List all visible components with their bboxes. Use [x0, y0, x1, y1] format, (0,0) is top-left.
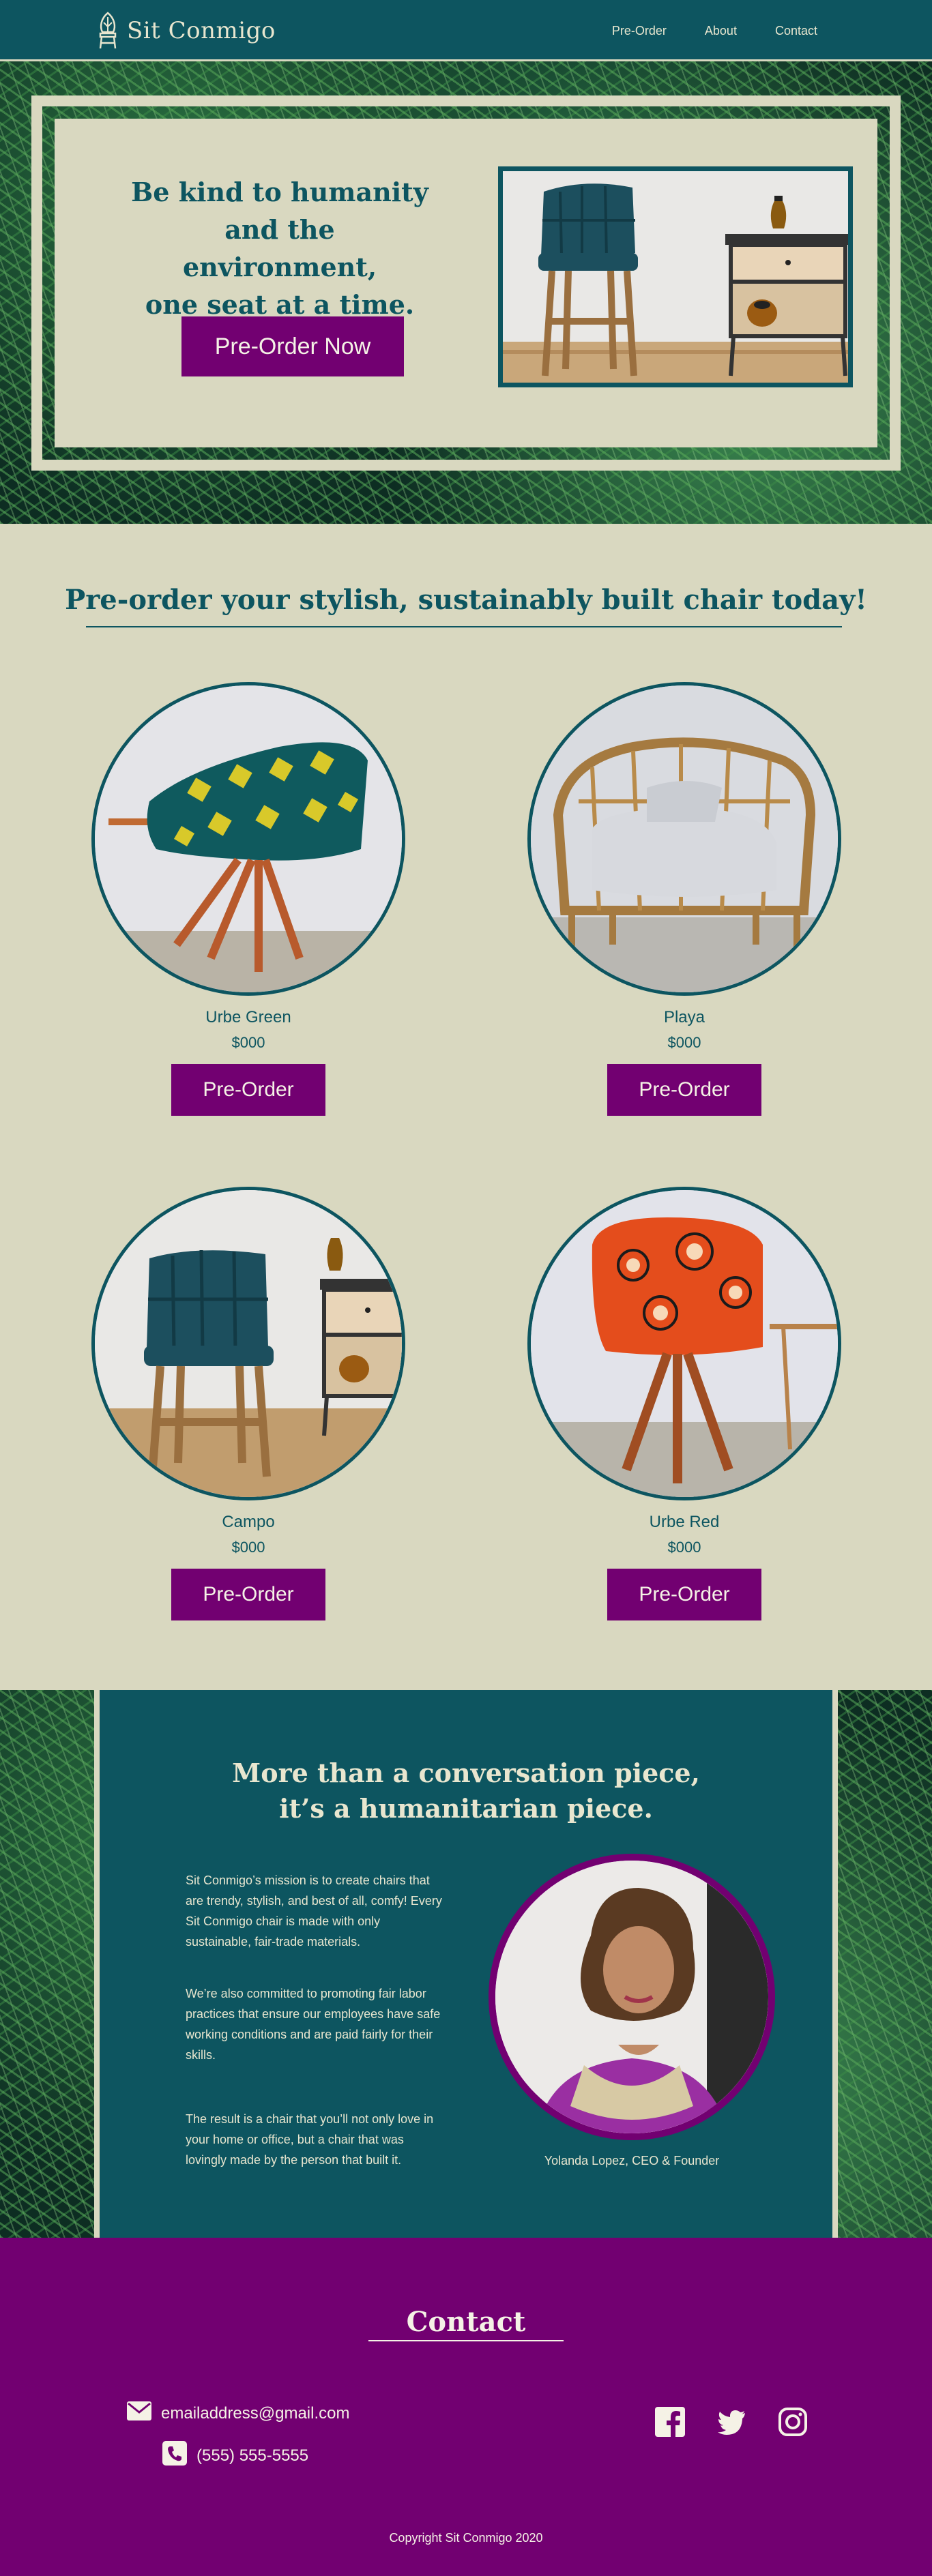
product-image-urbe-red[interactable]	[527, 1187, 841, 1500]
email-link[interactable]: emailaddress@gmail.com	[127, 2401, 349, 2425]
hero-title-line-2: and the environment,	[182, 214, 377, 282]
products-section: Pre-order your stylish, sustainably buil…	[0, 524, 932, 1690]
product-price: $000	[667, 1539, 701, 1556]
facebook-icon[interactable]	[655, 2407, 685, 2437]
product-image-playa[interactable]	[527, 682, 841, 996]
product-price: $000	[231, 1539, 265, 1556]
ceo-photo	[489, 1854, 775, 2140]
twitter-icon[interactable]	[716, 2407, 746, 2437]
product-price: $000	[231, 1034, 265, 1051]
product-price: $000	[667, 1034, 701, 1051]
contact-title: Contact	[406, 2306, 526, 2338]
nav-link-contact[interactable]: Contact	[756, 24, 836, 38]
ceo-caption: Yolanda Lopez, CEO & Founder	[544, 2154, 720, 2167]
hero-title-line-3: one seat at a time.	[145, 289, 415, 320]
instagram-icon[interactable]	[778, 2407, 808, 2437]
email-address: emailaddress@gmail.com	[161, 2403, 350, 2423]
envelope-icon	[127, 2401, 151, 2425]
social-links	[655, 2407, 808, 2437]
pre-order-button-playa[interactable]: Pre-Order	[607, 1064, 761, 1116]
mission-paragraph-1: Sit Conmigo’s mission is to create chair…	[186, 1874, 442, 1949]
product-name: Urbe Red	[649, 1513, 720, 1531]
copyright: Copyright Sit Conmigo 2020	[389, 2531, 543, 2545]
hero-frame: Be kind to humanity and the environment,…	[31, 95, 901, 471]
product-card-campo: Campo $000 Pre-Order	[91, 1187, 405, 1620]
product-image-urbe-green[interactable]	[91, 682, 405, 996]
chair-logo-icon	[99, 12, 117, 49]
hero-title-line-1: Be kind to humanity	[131, 177, 428, 207]
pre-order-button-campo[interactable]: Pre-Order	[171, 1569, 325, 1620]
mission-section: More than a conversation piece, it’s a h…	[0, 1690, 932, 2238]
pre-order-button-urbe-red[interactable]: Pre-Order	[607, 1569, 761, 1620]
hero-section: Be kind to humanity and the environment,…	[0, 61, 932, 524]
mission-title-line-1: More than a conversation piece,	[232, 1758, 700, 1788]
mission-paragraph-2: We’re also committed to promoting fair l…	[186, 1987, 441, 2062]
top-navbar: Sit Conmigo Pre-Order About Contact	[0, 0, 932, 61]
contact-divider	[368, 2340, 564, 2341]
brand-name: Sit Conmigo	[127, 17, 276, 44]
products-title: Pre-order your stylish, sustainably buil…	[65, 584, 867, 616]
hero-chair-image	[498, 166, 853, 387]
product-card-playa: Playa $000 Pre-Order	[527, 682, 841, 1116]
product-card-urbe-red: Urbe Red $000 Pre-Order	[527, 1187, 841, 1620]
phone-icon	[162, 2441, 187, 2470]
mission-title-line-2: it’s a humanitarian piece.	[279, 1793, 653, 1824]
page: Sit Conmigo Pre-Order About Contact Be k…	[0, 0, 932, 2576]
pre-order-button-urbe-green[interactable]: Pre-Order	[171, 1064, 325, 1116]
nav-link-pre-order[interactable]: Pre-Order	[593, 24, 686, 38]
product-name: Urbe Green	[205, 1008, 291, 1026]
product-name: Campo	[222, 1513, 275, 1531]
nav-link-about[interactable]: About	[686, 24, 756, 38]
product-card-urbe-green: Urbe Green $000 Pre-Order	[91, 682, 405, 1116]
product-image-campo[interactable]	[91, 1187, 405, 1500]
mission-title: More than a conversation piece, it’s a h…	[100, 1756, 832, 1826]
mission-panel: More than a conversation piece, it’s a h…	[94, 1690, 838, 2238]
product-name: Playa	[663, 1008, 705, 1026]
hero-panel: Be kind to humanity and the environment,…	[55, 119, 877, 447]
pre-order-now-button[interactable]: Pre-Order Now	[181, 316, 404, 376]
hero-title: Be kind to humanity and the environment,…	[130, 173, 430, 323]
phone-link[interactable]: (555) 555-5555	[162, 2441, 308, 2470]
nav-links: Pre-Order About Contact	[593, 0, 836, 61]
brand-logo-link[interactable]: Sit Conmigo	[96, 10, 276, 52]
products-divider	[86, 626, 842, 627]
mission-paragraph-3: The result is a chair that you’ll not on…	[186, 2112, 434, 2167]
contact-section: Contact emailaddress@gmail.com (555) 555…	[0, 2238, 932, 2576]
phone-number: (555) 555-5555	[196, 2446, 309, 2465]
